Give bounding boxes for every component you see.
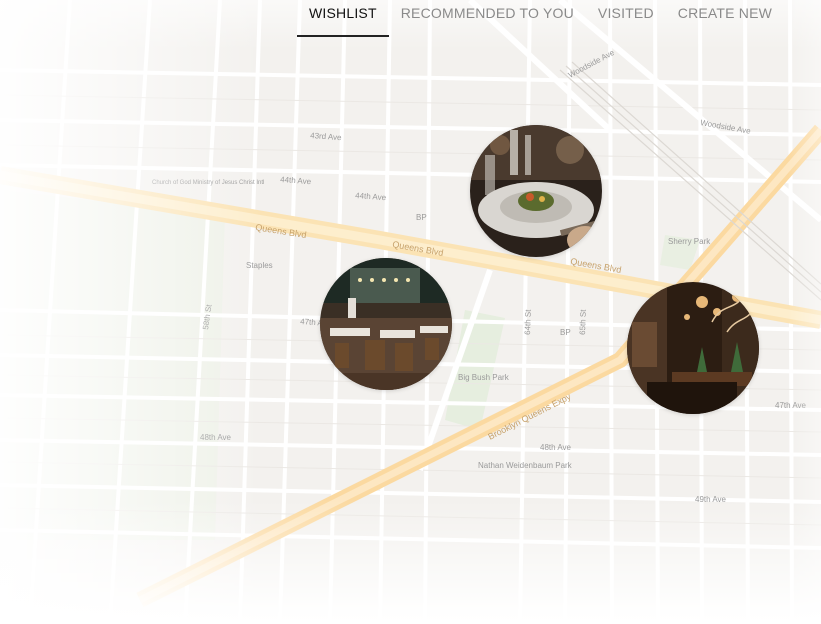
tab-visited[interactable]: VISITED xyxy=(586,0,666,37)
tab-wishlist[interactable]: WISHLIST xyxy=(297,0,389,37)
restaurant-pin-lounge[interactable] xyxy=(627,282,759,414)
ave-48th-label-2: 48th Ave xyxy=(200,433,232,442)
ave-49th-label: 49th Ave xyxy=(695,495,727,504)
ave-47th-label: 47th Ave xyxy=(775,401,807,410)
ave-48th-label: 48th Ave xyxy=(540,443,572,452)
bp-label-2: BP xyxy=(560,328,571,337)
lounge-photo xyxy=(627,282,759,414)
st-65th-label: 65th St xyxy=(578,309,588,335)
tab-recommended[interactable]: RECOMMENDED TO YOU xyxy=(389,0,586,37)
bp-label: BP xyxy=(416,213,427,222)
church-label: Church of God Ministry of Jesus Christ I… xyxy=(152,180,264,186)
sherry-park-label: Sherry Park xyxy=(668,237,711,246)
tab-create-new[interactable]: CREATE NEW xyxy=(666,0,784,37)
st-64th-label: 64th St xyxy=(523,309,533,335)
staples-label: Staples xyxy=(246,261,273,270)
map-view: Queens Blvd Queens Blvd Queens Blvd Broo… xyxy=(0,0,821,624)
dining-room-photo xyxy=(320,258,452,390)
plated-dish-photo xyxy=(470,125,602,257)
big-bush-park-label: Big Bush Park xyxy=(458,373,510,382)
restaurant-pin-plated-dish[interactable] xyxy=(470,125,602,257)
nathan-park-label: Nathan Weidenbaum Park xyxy=(478,461,573,470)
restaurant-pin-dining-room[interactable] xyxy=(320,258,452,390)
wishlist-tabs: WISHLIST RECOMMENDED TO YOU VISITED CREA… xyxy=(297,0,784,37)
